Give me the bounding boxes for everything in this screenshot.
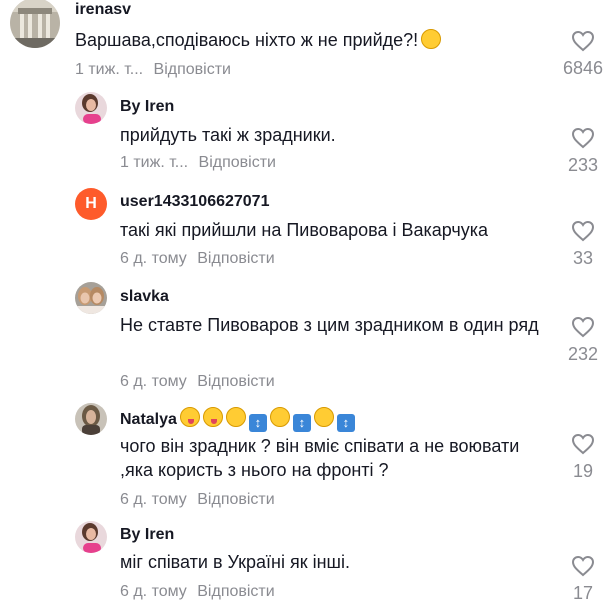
comment-text-content: прийдуть такі ж зрадники. bbox=[120, 125, 336, 145]
reply-button[interactable]: Відповісти bbox=[197, 373, 274, 390]
avatar[interactable] bbox=[75, 282, 107, 314]
comment-time: 1 тиж. т... bbox=[120, 154, 189, 171]
comment-author[interactable]: user1433106627071 bbox=[120, 193, 269, 211]
comment-meta: 1 тиж. т... Відповісти bbox=[75, 61, 231, 79]
comment-item: Natalya ↕ ↕ ↕ чого він зрадник ? він вміє с… bbox=[0, 403, 615, 513]
comment-text-content: міг співати в Україні як інші. bbox=[120, 552, 350, 572]
up-down-arrow-icon: ↕ bbox=[336, 414, 355, 432]
like-button[interactable]: 33 bbox=[558, 220, 608, 269]
smile-emoji-icon bbox=[269, 407, 290, 427]
reply-button[interactable]: Відповісти bbox=[154, 61, 231, 78]
heart-icon bbox=[571, 555, 595, 577]
comment-item: H user1433106627071 такі які прийшли на … bbox=[0, 188, 615, 273]
comment-time: 6 д. тому bbox=[120, 491, 187, 508]
comment-text: міг співати в Україні як інші. bbox=[120, 550, 590, 574]
comment-text-content: Варшава,сподіваюсь ніхто ж не прийде?! bbox=[75, 30, 419, 50]
heart-icon bbox=[571, 433, 595, 455]
reply-button[interactable]: Відповісти bbox=[197, 250, 274, 267]
heart-icon bbox=[571, 127, 595, 149]
heart-icon bbox=[571, 30, 595, 52]
comment-author[interactable]: irenasv bbox=[75, 1, 131, 19]
avatar[interactable] bbox=[75, 403, 107, 435]
comment-author[interactable]: slavka bbox=[120, 288, 169, 306]
comment-item: irenasv Варшава,сподіваюсь ніхто ж не пр… bbox=[0, 0, 615, 90]
heart-icon bbox=[571, 220, 595, 242]
comment-text: Не ставте Пивоваров з цим зрадником в од… bbox=[120, 313, 560, 337]
comment-meta: 6 д. тому Відповісти bbox=[120, 250, 275, 268]
reply-button[interactable]: Відповісти bbox=[197, 491, 274, 508]
like-count: 232 bbox=[567, 344, 599, 364]
comment-meta: 6 д. тому Відповісти bbox=[120, 373, 275, 391]
like-count: 6846 bbox=[562, 58, 604, 78]
avatar[interactable] bbox=[75, 521, 107, 553]
like-count: 19 bbox=[572, 461, 594, 481]
comment-item: By Iren прийдуть такі ж зрадники. 1 тиж.… bbox=[0, 92, 615, 177]
like-button[interactable]: 17 bbox=[558, 555, 608, 604]
comment-time: 6 д. тому bbox=[120, 250, 187, 267]
comment-author[interactable]: By Iren bbox=[120, 98, 174, 116]
comment-author-name: Natalya bbox=[120, 411, 177, 428]
comment-time: 1 тиж. т... bbox=[75, 61, 144, 78]
reply-button[interactable]: Відповісти bbox=[199, 154, 276, 171]
like-count: 233 bbox=[567, 155, 599, 175]
comment-text: чого він зрадник ? він вміє співати а не… bbox=[120, 434, 540, 482]
comment-author[interactable]: By Iren bbox=[120, 526, 174, 544]
comment-text-content: Не ставте Пивоваров з цим зрадником в од… bbox=[120, 315, 539, 335]
like-button[interactable]: 6846 bbox=[558, 30, 608, 79]
reply-button[interactable]: Відповісти bbox=[197, 583, 274, 600]
like-count: 33 bbox=[572, 248, 594, 268]
smile-emoji-icon bbox=[225, 407, 246, 427]
comment-text: такі які прийшли на Пивоварова і Вакарчу… bbox=[120, 218, 590, 242]
comment-text-content: чого він зрадник ? він вміє співати а не… bbox=[120, 436, 520, 480]
like-button[interactable]: 232 bbox=[558, 316, 608, 365]
comment-text: прийдуть такі ж зрадники. bbox=[120, 123, 590, 147]
comment-author[interactable]: Natalya ↕ ↕ ↕ bbox=[120, 407, 355, 432]
comment-meta: 6 д. тому Відповісти bbox=[120, 491, 275, 509]
comment-text: Варшава,сподіваюсь ніхто ж не прийде?! bbox=[75, 28, 545, 52]
comment-time: 6 д. тому bbox=[120, 583, 187, 600]
tongue-emoji-icon bbox=[202, 407, 223, 427]
avatar[interactable] bbox=[10, 0, 60, 48]
smile-emoji-icon bbox=[313, 407, 334, 427]
like-count: 17 bbox=[572, 583, 594, 603]
tongue-emoji-icon bbox=[179, 407, 200, 427]
avatar[interactable] bbox=[75, 92, 107, 124]
up-down-arrow-icon: ↕ bbox=[292, 414, 311, 432]
comment-meta: 1 тиж. т... Відповісти bbox=[120, 154, 276, 172]
heart-icon bbox=[571, 316, 595, 338]
comment-item: slavka Не ставте Пивоваров з цим зрадник… bbox=[0, 282, 615, 392]
comment-text-content: такі які прийшли на Пивоварова і Вакарчу… bbox=[120, 220, 489, 240]
like-button[interactable]: 19 bbox=[558, 433, 608, 482]
avatar[interactable]: H bbox=[75, 188, 107, 220]
comment-meta: 6 д. тому Відповісти bbox=[120, 583, 275, 601]
smirk-emoji-icon bbox=[421, 29, 442, 49]
comment-time: 6 д. тому bbox=[120, 373, 187, 390]
comment-item: By Iren міг співати в Україні як інші. 6… bbox=[0, 521, 615, 611]
like-button[interactable]: 233 bbox=[558, 127, 608, 176]
up-down-arrow-icon: ↕ bbox=[248, 414, 267, 432]
